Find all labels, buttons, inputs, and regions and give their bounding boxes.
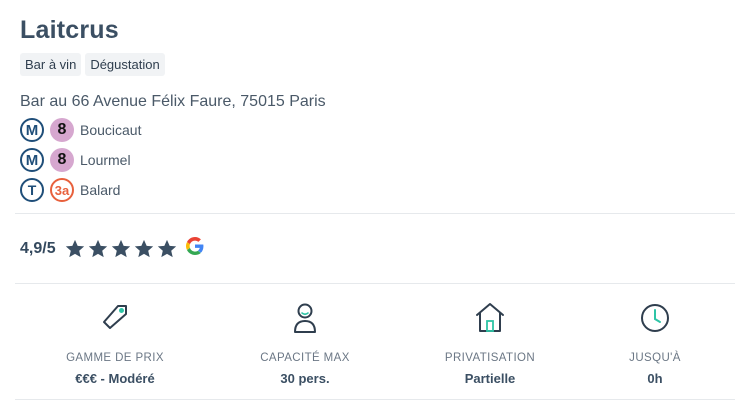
tag-wine-bar[interactable]: Bar à vin xyxy=(20,53,82,76)
google-icon[interactable] xyxy=(185,237,204,260)
transit-row: M 8 Boucicaut xyxy=(20,115,141,145)
person-icon xyxy=(215,300,395,340)
transit-row: T 3a Balard xyxy=(20,175,141,205)
venue-title: Laitcrus xyxy=(20,16,119,44)
star-rating xyxy=(64,238,178,260)
house-icon xyxy=(400,300,580,340)
tram-icon: T xyxy=(20,178,44,202)
metro-icon: M xyxy=(20,148,44,172)
feature-closing-time: JUSQU'À 0h xyxy=(565,300,745,386)
venue-address: Bar au 66 Avenue Félix Faure, 75015 Pari… xyxy=(20,93,326,110)
feature-capacity: CAPACITÉ MAX 30 pers. xyxy=(215,300,395,386)
divider xyxy=(15,399,735,400)
rating-score: 4,9/5 xyxy=(20,239,56,257)
feature-label: JUSQU'À xyxy=(629,352,681,364)
feature-price-range: GAMME DE PRIX €€€ - Modéré xyxy=(25,300,205,386)
feature-list: GAMME DE PRIX €€€ - Modéré CAPACITÉ MAX … xyxy=(15,300,735,394)
rating: 4,9/5 xyxy=(20,237,204,260)
clock-icon xyxy=(565,300,745,340)
tag-list: Bar à vin Dégustation xyxy=(20,53,165,76)
price-tag-icon xyxy=(25,300,205,340)
star-icon xyxy=(64,238,86,260)
feature-value: Partielle xyxy=(464,371,516,386)
line-8-icon: 8 xyxy=(50,148,74,172)
tag-tasting[interactable]: Dégustation xyxy=(85,53,165,76)
feature-label: GAMME DE PRIX xyxy=(66,352,164,364)
station-name: Lourmel xyxy=(80,152,131,168)
star-icon xyxy=(110,238,132,260)
station-name: Balard xyxy=(80,182,121,198)
star-icon xyxy=(156,238,178,260)
star-icon xyxy=(133,238,155,260)
feature-value: 0h xyxy=(647,371,663,386)
station-name: Boucicaut xyxy=(80,122,142,138)
line-8-icon: 8 xyxy=(50,118,74,142)
metro-icon: M xyxy=(20,118,44,142)
feature-label: CAPACITÉ MAX xyxy=(260,352,350,364)
feature-value: 30 pers. xyxy=(280,371,330,386)
line-3a-icon: 3a xyxy=(50,178,74,202)
feature-label: PRIVATISATION xyxy=(444,352,536,364)
divider xyxy=(15,213,735,214)
feature-value: €€€ - Modéré xyxy=(75,371,155,386)
feature-privatisation: PRIVATISATION Partielle xyxy=(400,300,580,386)
transit-row: M 8 Lourmel xyxy=(20,145,141,175)
divider xyxy=(15,283,735,284)
transit-list: M 8 Boucicaut M 8 Lourmel T 3a Balard xyxy=(20,115,141,205)
star-icon xyxy=(87,238,109,260)
